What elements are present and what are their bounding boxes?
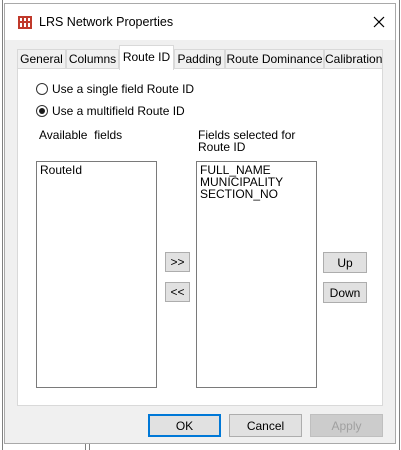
tab-padding[interactable]: Padding (174, 49, 225, 69)
single-field-radio[interactable] (36, 83, 48, 95)
add-field-button[interactable]: >> (165, 252, 190, 272)
multifield-radio[interactable] (36, 105, 48, 117)
tab-columns[interactable]: Columns (66, 49, 119, 69)
multifield-option[interactable]: Use a multifield Route ID (36, 104, 185, 118)
background-window-edge (399, 0, 400, 450)
cancel-button[interactable]: Cancel (229, 414, 302, 437)
tab-calibration[interactable]: Calibration (324, 49, 383, 69)
close-icon (373, 16, 385, 28)
available-fields-list[interactable]: RouteId (36, 161, 157, 388)
route-id-panel: Use a single field Route ID Use a multif… (17, 68, 383, 406)
background-window-edge (2, 0, 3, 450)
move-down-button[interactable]: Down (323, 282, 367, 303)
selected-fields-list[interactable]: FULL_NAME MUNICIPALITY SECTION_NO (196, 161, 317, 388)
background-window-edge (89, 443, 90, 450)
apply-button[interactable]: Apply (310, 414, 383, 437)
available-fields-label: Available fields (39, 128, 123, 142)
background-window-edge (85, 443, 86, 450)
close-button[interactable] (367, 10, 391, 34)
list-item[interactable]: RouteId (40, 164, 153, 176)
multifield-label: Use a multifield Route ID (52, 104, 185, 118)
single-field-label: Use a single field Route ID (52, 82, 195, 96)
title-bar: LRS Network Properties (5, 4, 395, 40)
lrs-network-properties-dialog: LRS Network Properties General Columns R… (4, 3, 396, 444)
tab-general[interactable]: General (17, 49, 66, 69)
selected-fields-label-line2: Route ID (198, 140, 246, 154)
tab-route-dominance[interactable]: Route Dominance (225, 49, 324, 69)
move-up-button[interactable]: Up (323, 252, 367, 273)
list-item[interactable]: SECTION_NO (200, 188, 313, 200)
remove-field-button[interactable]: << (165, 282, 190, 302)
tab-route-id[interactable]: Route ID (119, 45, 174, 70)
ok-button[interactable]: OK (148, 414, 221, 437)
lrs-network-icon (18, 16, 32, 29)
single-field-option[interactable]: Use a single field Route ID (36, 82, 194, 96)
window-title: LRS Network Properties (39, 15, 174, 29)
